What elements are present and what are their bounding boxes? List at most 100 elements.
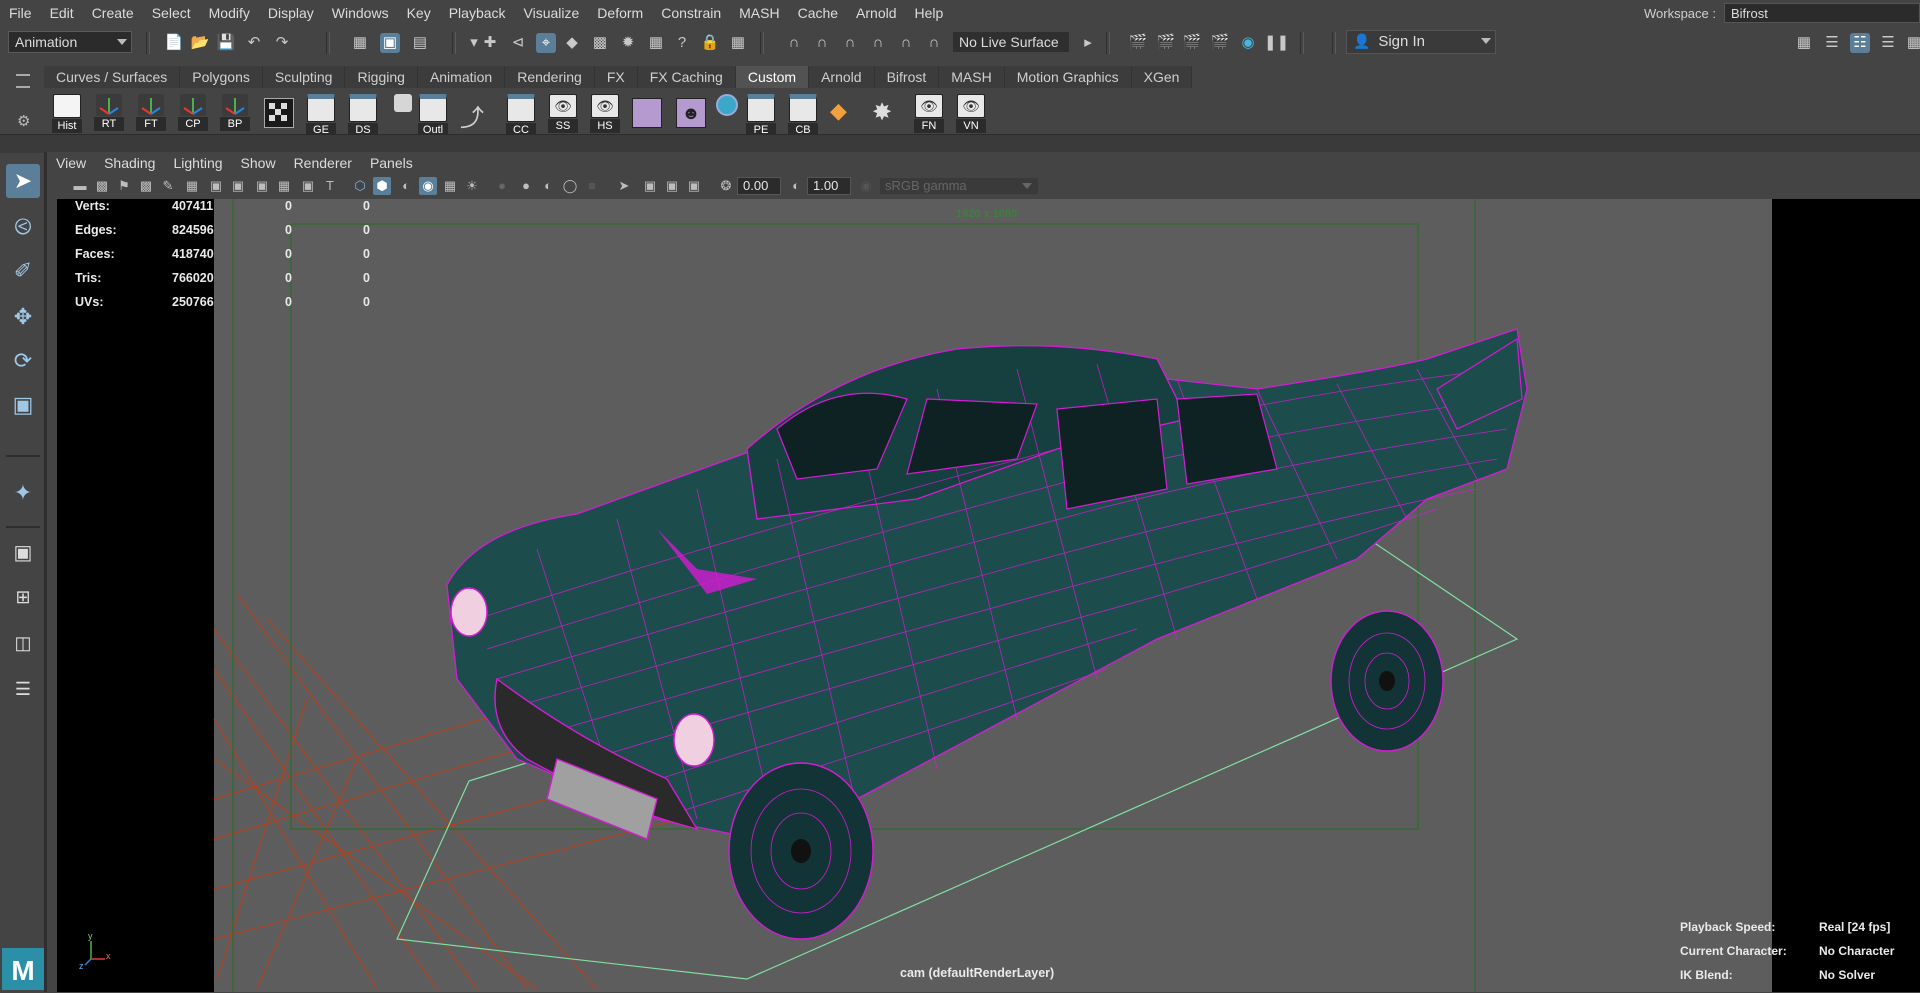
menu-visualize[interactable]: Visualize [515,5,589,21]
shelf-tab-polygons[interactable]: Polygons [180,66,263,88]
pause-icon[interactable]: ❚❚ [1264,33,1289,53]
ipr-render-icon[interactable]: 🎬 [1182,33,1202,53]
magnet-live-icon[interactable]: ∩ [896,33,916,53]
arnold-render-icon[interactable]: ◉ [1238,33,1258,53]
shelf-tab-arnold[interactable]: Arnold [809,66,875,88]
paint-select-icon[interactable]: ✐ [6,254,40,288]
checker-icon[interactable] [264,98,294,128]
field-chart-icon[interactable]: ▦ [275,177,293,195]
render-frame-icon[interactable]: 🎬 [1156,33,1176,53]
single-view-icon[interactable]: ▣ [6,536,40,570]
wireframe-on-shaded-icon[interactable]: ◐ [397,177,415,195]
shelf-button-bp[interactable]: BP [220,94,250,131]
exposure-field[interactable]: 0.00 [737,177,781,195]
shelf-tab-mash[interactable]: MASH [939,66,1005,88]
xray-components-icon[interactable]: ▣ [663,177,681,195]
history-icon[interactable]: ✹ [618,33,638,53]
shelf-tab-rendering[interactable]: Rendering [505,66,595,88]
select-object-icon[interactable]: ▣ [380,33,400,53]
menu-display[interactable]: Display [259,5,323,21]
magnet-snap-icon[interactable]: ∩ [924,33,944,53]
shelf-tab-custom[interactable]: Custom [735,66,810,88]
redo-icon[interactable]: ↷ [272,33,292,53]
frame-icon[interactable]: ▣ [685,177,703,195]
shelf-button-ss[interactable]: 👁 SS [548,94,578,133]
isolate-icon[interactable]: ■ [583,177,601,195]
gamma-field[interactable]: 1.00 [807,177,851,195]
grid-icon[interactable]: ▦ [183,177,201,195]
shelf-button-ds[interactable]: DS [348,94,378,137]
snap-point-icon[interactable]: ⌖ [536,33,556,53]
motion-blur-icon[interactable]: ● [517,177,535,195]
shelf-tab-fx-caching[interactable]: FX Caching [637,66,736,88]
panel-menu-panels[interactable]: Panels [361,155,422,171]
resolution-gate-icon[interactable]: ▣ [229,177,247,195]
shelf-button-outl[interactable]: Outl [418,94,448,137]
shelf-tab-xgen[interactable]: XGen [1131,66,1193,88]
chevron-right-icon[interactable]: ▸ [1078,33,1098,53]
color-space-dropdown[interactable]: sRGB gamma [879,177,1039,195]
rotate-tool-icon[interactable]: ⟳ [6,344,40,378]
depth-of-field-icon[interactable]: ◯ [561,177,579,195]
color-management-icon[interactable]: ◉ [857,177,875,195]
magnet-plane-icon[interactable]: ∩ [868,33,888,53]
image-plane-icon[interactable]: ▩ [137,177,155,195]
shelf-tab-motion-graphics[interactable]: Motion Graphics [1004,66,1132,88]
shelf-button-ft[interactable]: FT [136,94,166,131]
layer-editor-icon[interactable]: ▦ [1904,33,1920,53]
move-tool-icon[interactable]: ✥ [6,300,40,334]
shelf-tab-rigging[interactable]: Rigging [345,66,418,88]
four-view-icon[interactable]: ⊞ [6,580,40,614]
panel-menu-shading[interactable]: Shading [95,155,164,171]
panel-menu-renderer[interactable]: Renderer [285,155,361,171]
shelf-tab-sculpting[interactable]: Sculpting [262,66,346,88]
menu-edit[interactable]: Edit [41,5,83,21]
tool-settings-icon[interactable]: ☷ [1850,33,1870,53]
exposure-icon[interactable]: ❂ [717,177,735,195]
grease-pencil-icon[interactable]: ✎ [159,177,177,195]
shelf-button-fn[interactable]: 👁 FN [914,94,944,133]
menu-key[interactable]: Key [398,5,440,21]
camera-icon[interactable]: ▬ [71,177,89,195]
shelf-button-vn[interactable]: 👁 VN [956,94,986,133]
menu-cache[interactable]: Cache [789,5,847,21]
shelf-tab-animation[interactable]: Animation [417,66,506,88]
menu-modify[interactable]: Modify [200,5,259,21]
shelf-button-hist[interactable]: Hist [52,94,82,133]
smooth-shade-icon[interactable]: ⬢ [373,177,391,195]
human-ik-icon[interactable]: ☻ [676,98,706,128]
camera-attr-icon[interactable]: ▩ [93,177,111,195]
menu-deform[interactable]: Deform [588,5,652,21]
new-scene-icon[interactable]: 📄 [164,33,184,53]
menu-constrain[interactable]: Constrain [652,5,730,21]
shelf-button-pe[interactable]: PE [746,94,776,137]
xray-icon[interactable]: ➤ [615,177,633,195]
outliner-view-icon[interactable]: ☰ [6,672,40,706]
menu-create[interactable]: Create [83,5,143,21]
shelf-button-ge[interactable]: GE [306,94,336,137]
select-component-icon[interactable]: ▤ [410,33,430,53]
sphere-tool-icon[interactable]: ✸ [872,98,892,127]
menu-file[interactable]: File [0,5,41,21]
magnet-point-icon[interactable]: ∩ [840,33,860,53]
panel-menu-lighting[interactable]: Lighting [164,155,231,171]
shelf-tab-bifrost[interactable]: Bifrost [874,66,940,88]
last-tool-icon[interactable]: ✦ [6,476,40,510]
snap-grid-icon[interactable]: ✚ [480,33,500,53]
gate-mask-icon[interactable]: ▣ [253,177,271,195]
snap-view-plane-icon[interactable]: ◆ [562,33,582,53]
select-tool-icon[interactable]: ➤ [6,164,40,198]
safe-action-icon[interactable]: ▣ [299,177,317,195]
wireframe-icon[interactable]: ⬡ [351,177,369,195]
panel-menu-show[interactable]: Show [232,155,285,171]
modeling-toolkit-icon[interactable]: ▦ [1794,33,1814,53]
scale-tool-icon[interactable]: ▣ [6,388,40,422]
arnold-light-icon[interactable] [716,94,738,116]
menu-playback[interactable]: Playback [440,5,515,21]
select-hierarchy-icon[interactable]: ▦ [350,33,370,53]
film-gate-icon[interactable]: ▣ [207,177,225,195]
xray-joints-icon[interactable]: ▣ [641,177,659,195]
shelf-button-rt[interactable]: RT [94,94,124,131]
menu-help[interactable]: Help [906,5,953,21]
hypershade-icon[interactable] [632,98,662,128]
